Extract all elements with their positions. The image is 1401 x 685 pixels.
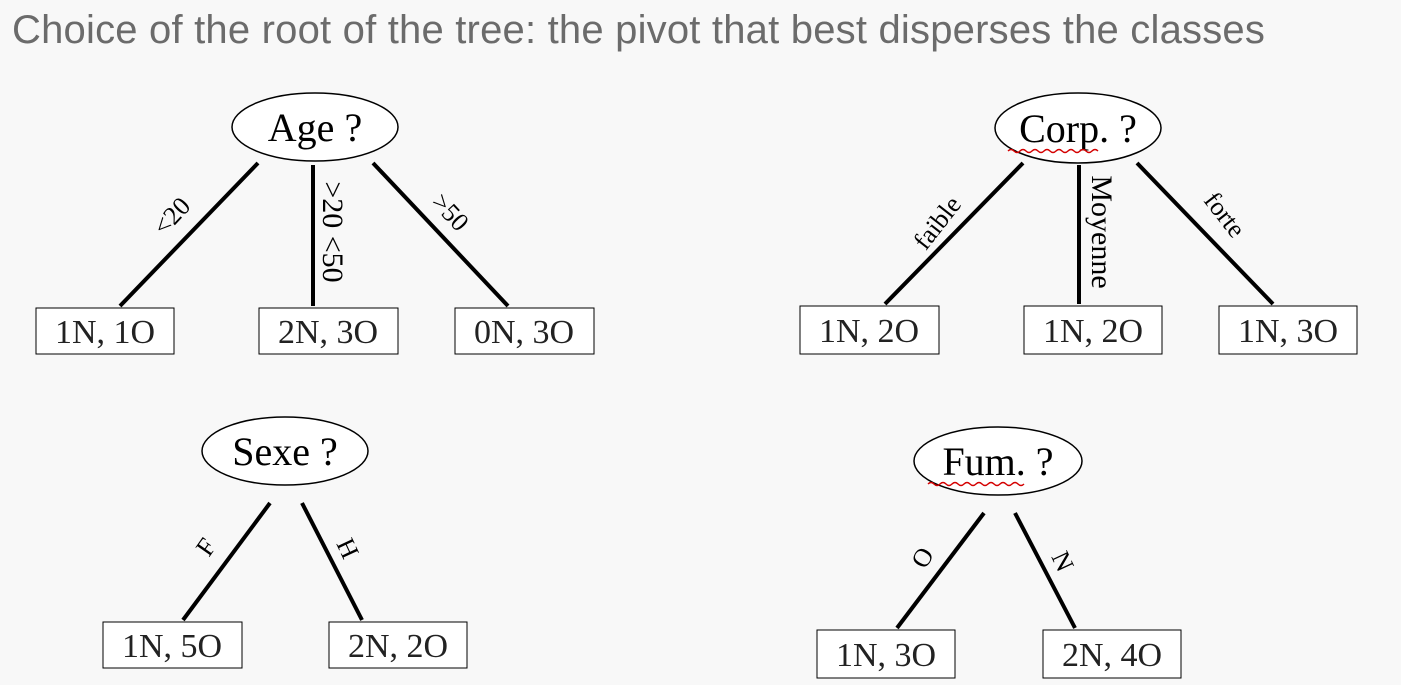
edge-age-left — [118, 161, 260, 308]
leaf-label-age-3: 0N, 3O — [474, 314, 574, 351]
tree-fum: Fum. ? O N 1N, 3O 2N, 4O — [816, 426, 1182, 679]
tree-sexe: Sexe ? F H 1N, 5O 2N, 2O — [102, 416, 468, 669]
edge-label-corp-faible: faible — [908, 191, 967, 255]
leaf-label-sexe-2: 2N, 2O — [348, 628, 448, 665]
root-label-age: Age ? — [268, 105, 362, 150]
leaf-label-fum-2: 2N, 4O — [1062, 637, 1162, 674]
leaf-label-corp-1: 1N, 2O — [819, 313, 919, 350]
decision-trees-diagram: Age ? <20 >20 <50 >50 1N, 1O 2N, 3O 0N, … — [35, 92, 1358, 679]
edge-sexe-right — [300, 502, 364, 621]
leaf-label-age-1: 1N, 1O — [55, 314, 155, 351]
leaf-label-corp-2: 1N, 2O — [1043, 313, 1143, 350]
edge-corp-right — [1135, 161, 1275, 306]
root-label-corp: Corp. ? — [1019, 106, 1137, 151]
edge-label-fum-n: N — [1046, 547, 1080, 576]
edge-label-fum-o: O — [905, 542, 940, 573]
edge-age-right — [371, 161, 510, 308]
tree-corp: Corp. ? faible Moyenne forte 1N, 2O 1N, … — [799, 92, 1358, 355]
edge-corp-left — [883, 161, 1025, 306]
edge-label-age-20-50: >20 <50 — [316, 181, 349, 282]
tree-age: Age ? <20 >20 <50 >50 1N, 1O 2N, 3O 0N, … — [35, 92, 595, 355]
edge-fum-left — [895, 511, 986, 630]
leaf-label-corp-3: 1N, 3O — [1238, 313, 1338, 350]
root-label-fum: Fum. ? — [942, 439, 1053, 484]
edge-label-sexe-h: H — [331, 534, 365, 563]
leaf-label-sexe-1: 1N, 5O — [122, 628, 222, 665]
edge-sexe-left — [181, 501, 272, 622]
leaf-label-age-2: 2N, 3O — [278, 314, 378, 351]
edge-fum-right — [1013, 512, 1077, 629]
leaf-label-fum-1: 1N, 3O — [836, 637, 936, 674]
root-label-sexe: Sexe ? — [232, 429, 338, 474]
edge-label-sexe-f: F — [190, 533, 222, 561]
edge-label-corp-moyenne: Moyenne — [1085, 175, 1118, 288]
